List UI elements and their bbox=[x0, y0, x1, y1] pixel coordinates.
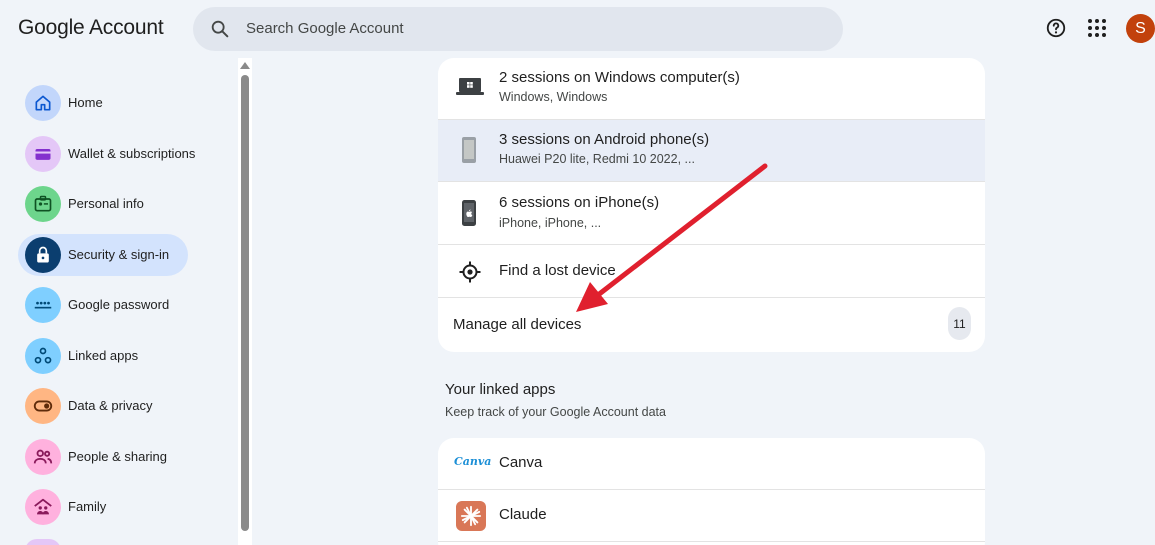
sidebar-item-label: People & sharing bbox=[68, 449, 168, 464]
app-name: Claude bbox=[499, 506, 547, 523]
linked-apps-description: Keep track of your Google Account data bbox=[445, 405, 666, 419]
device-subtitle: iPhone, iPhone, ... bbox=[499, 216, 602, 230]
sidebar-item-security[interactable]: Security & sign-in bbox=[18, 234, 188, 276]
sidebar-item-label: Data & privacy bbox=[68, 398, 153, 413]
canva-logo: Canva bbox=[454, 455, 492, 468]
search-icon bbox=[209, 18, 231, 40]
linked-app-row-canva[interactable]: Canva Canva bbox=[438, 438, 985, 490]
family-icon bbox=[25, 489, 61, 525]
sidebar-item-label: Security & sign-in bbox=[68, 247, 170, 262]
device-subtitle: Windows, Windows bbox=[499, 90, 608, 104]
device-count-badge: 11 bbox=[948, 307, 971, 340]
sidebar-item-label: Home bbox=[68, 95, 103, 110]
linked-apps-card: Canva Canva Claude bbox=[438, 438, 985, 545]
device-title: 3 sessions on Android phone(s) bbox=[499, 131, 710, 148]
home-icon bbox=[25, 85, 61, 121]
sidebar-item-people-sharing[interactable]: People & sharing bbox=[18, 436, 188, 478]
manage-all-devices-label: Manage all devices bbox=[453, 316, 582, 333]
sidebar-item-label: Wallet & subscriptions bbox=[68, 146, 196, 161]
avatar[interactable]: S bbox=[1126, 14, 1155, 43]
device-subtitle: Huawei P20 lite, Redmi 10 2022, ... bbox=[499, 152, 695, 166]
sidebar-nav: Home Wallet & subscriptions Personal inf… bbox=[0, 58, 236, 545]
top-bar: Google Account Search Google Account S bbox=[0, 0, 1155, 58]
app-name: Canva bbox=[499, 454, 543, 471]
google-account-logo[interactable]: Google Account bbox=[18, 16, 164, 40]
help-button[interactable] bbox=[1043, 15, 1069, 41]
sidebar-item-family[interactable]: Family bbox=[18, 486, 188, 528]
apps-grid-button[interactable] bbox=[1084, 15, 1110, 41]
scroll-up-arrow-icon[interactable] bbox=[240, 62, 250, 69]
search-input[interactable]: Search Google Account bbox=[246, 20, 404, 37]
linked-apps-heading: Your linked apps bbox=[445, 381, 556, 398]
sidebar-item-linked-apps[interactable]: Linked apps bbox=[18, 335, 188, 377]
sidebar-item-label: Google password bbox=[68, 297, 170, 312]
find-lost-device-row[interactable]: Find a lost device bbox=[438, 245, 985, 298]
people-icon bbox=[25, 439, 61, 475]
sidebar-item-label: Family bbox=[68, 499, 107, 514]
claude-logo-icon bbox=[456, 501, 486, 531]
wallet-icon bbox=[25, 136, 61, 172]
search-bar[interactable]: Search Google Account bbox=[193, 7, 843, 51]
sidebar-item-label: Personal info bbox=[68, 196, 144, 211]
android-phone-icon bbox=[461, 136, 477, 164]
your-devices-card: 2 sessions on Windows computer(s) Window… bbox=[438, 58, 985, 352]
locate-icon bbox=[458, 260, 482, 284]
device-row-android[interactable]: 3 sessions on Android phone(s) Huawei P2… bbox=[438, 120, 985, 182]
sidebar-item-home[interactable]: Home bbox=[18, 82, 188, 124]
sidebar-item-partial bbox=[25, 539, 61, 545]
toggle-icon bbox=[25, 388, 61, 424]
linked-app-row-claude[interactable]: Claude bbox=[438, 490, 985, 542]
device-row-iphone[interactable]: 6 sessions on iPhone(s) iPhone, iPhone, … bbox=[438, 182, 985, 245]
sidebar-item-wallet[interactable]: Wallet & subscriptions bbox=[18, 133, 195, 175]
lock-icon bbox=[25, 237, 61, 273]
manage-all-devices-link[interactable]: Manage all devices 11 bbox=[438, 298, 985, 352]
password-icon bbox=[25, 287, 61, 323]
sidebar-item-label: Linked apps bbox=[68, 348, 139, 363]
device-title: 2 sessions on Windows computer(s) bbox=[499, 69, 740, 86]
laptop-icon bbox=[456, 76, 484, 98]
sidebar-item-data-privacy[interactable]: Data & privacy bbox=[18, 385, 188, 427]
linked-apps-icon bbox=[25, 338, 61, 374]
sidebar-item-google-password[interactable]: Google password bbox=[18, 284, 188, 326]
apps-grid-icon bbox=[1088, 19, 1106, 37]
scrollbar-thumb[interactable] bbox=[241, 75, 249, 531]
id-card-icon bbox=[25, 186, 61, 222]
sidebar-item-personal-info[interactable]: Personal info bbox=[18, 183, 188, 225]
find-lost-device-label: Find a lost device bbox=[499, 262, 616, 279]
device-row-windows[interactable]: 2 sessions on Windows computer(s) Window… bbox=[438, 58, 985, 120]
device-title: 6 sessions on iPhone(s) bbox=[499, 194, 660, 211]
help-icon bbox=[1046, 18, 1066, 38]
iphone-icon bbox=[461, 199, 477, 227]
